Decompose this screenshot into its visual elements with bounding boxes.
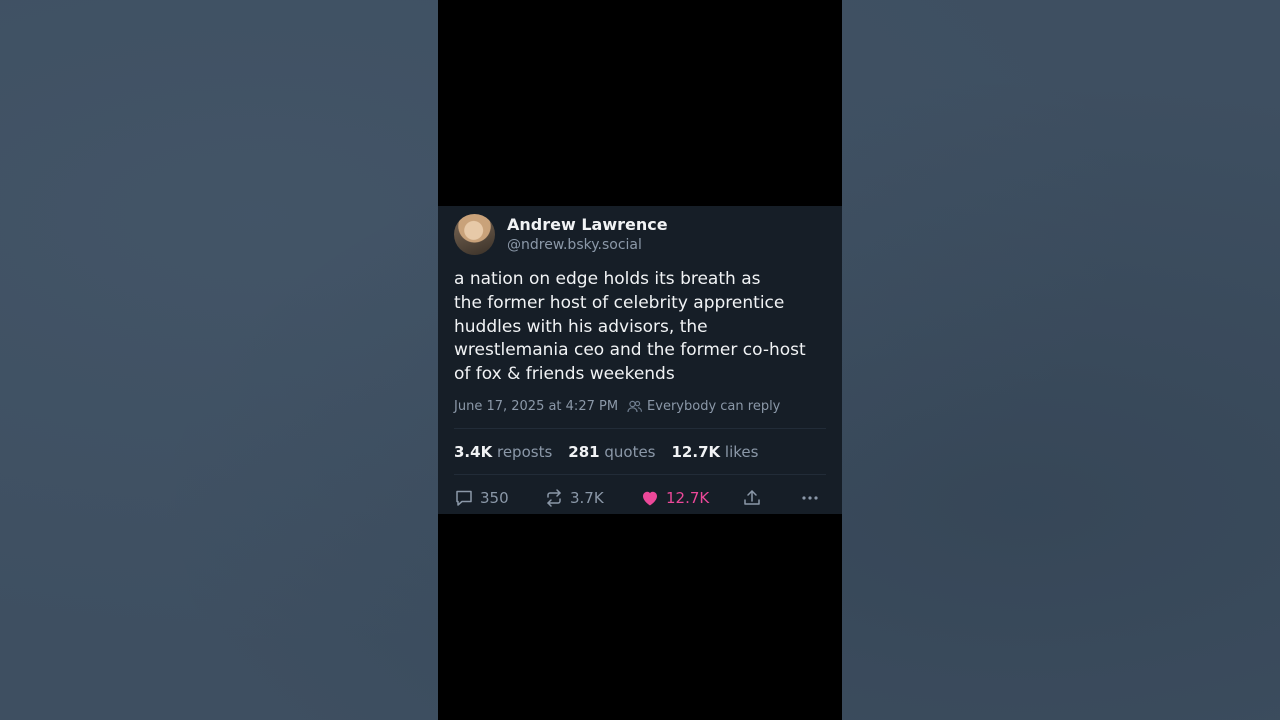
post-timestamp: June 17, 2025 at 4:27 PM	[454, 399, 619, 414]
divider-top	[454, 428, 826, 429]
reply-setting[interactable]: Everybody can reply	[647, 399, 780, 414]
post-meta: June 17, 2025 at 4:27 PM Everybody can r…	[454, 399, 780, 414]
post-card[interactable]: Andrew Lawrence @ndrew.bsky.social a nat…	[438, 206, 842, 514]
likes-label: likes	[724, 443, 759, 461]
likes-count: 12.7K	[671, 443, 721, 461]
reply-count: 350	[480, 489, 509, 507]
share-button[interactable]	[742, 488, 768, 508]
repost-count: 3.7K	[570, 489, 604, 507]
post-text: a nation on edge holds its breath as the…	[454, 269, 806, 385]
share-icon	[744, 490, 760, 505]
heart-icon	[643, 491, 657, 506]
more-button[interactable]	[800, 488, 826, 508]
repost-button[interactable]: 3.7K	[544, 488, 604, 508]
quotes-label: quotes	[604, 443, 656, 461]
reposts-count: 3.4K	[454, 443, 493, 461]
author-name[interactable]: Andrew Lawrence	[507, 215, 668, 234]
reply-icon	[456, 490, 472, 506]
like-button[interactable]: 12.7K	[640, 488, 709, 508]
reposts-stat[interactable]: 3.4K reposts	[454, 443, 552, 461]
avatar[interactable]	[454, 214, 495, 255]
more-icon	[802, 496, 818, 500]
quotes-stat[interactable]: 281 quotes	[568, 443, 655, 461]
like-count: 12.7K	[666, 489, 710, 507]
people-icon	[627, 400, 643, 413]
divider-bottom	[454, 474, 826, 475]
likes-stat[interactable]: 12.7K likes	[672, 443, 759, 461]
quotes-count: 281	[568, 443, 600, 461]
reply-button[interactable]: 350	[454, 488, 509, 508]
repost-icon	[547, 489, 561, 507]
action-bar: 350 3.7K 12.7K	[454, 488, 826, 510]
reposts-label: reposts	[496, 443, 553, 461]
post-stats: 3.4K reposts 281 quotes 12.7K likes	[454, 443, 758, 461]
author-handle[interactable]: @ndrew.bsky.social	[507, 237, 642, 253]
